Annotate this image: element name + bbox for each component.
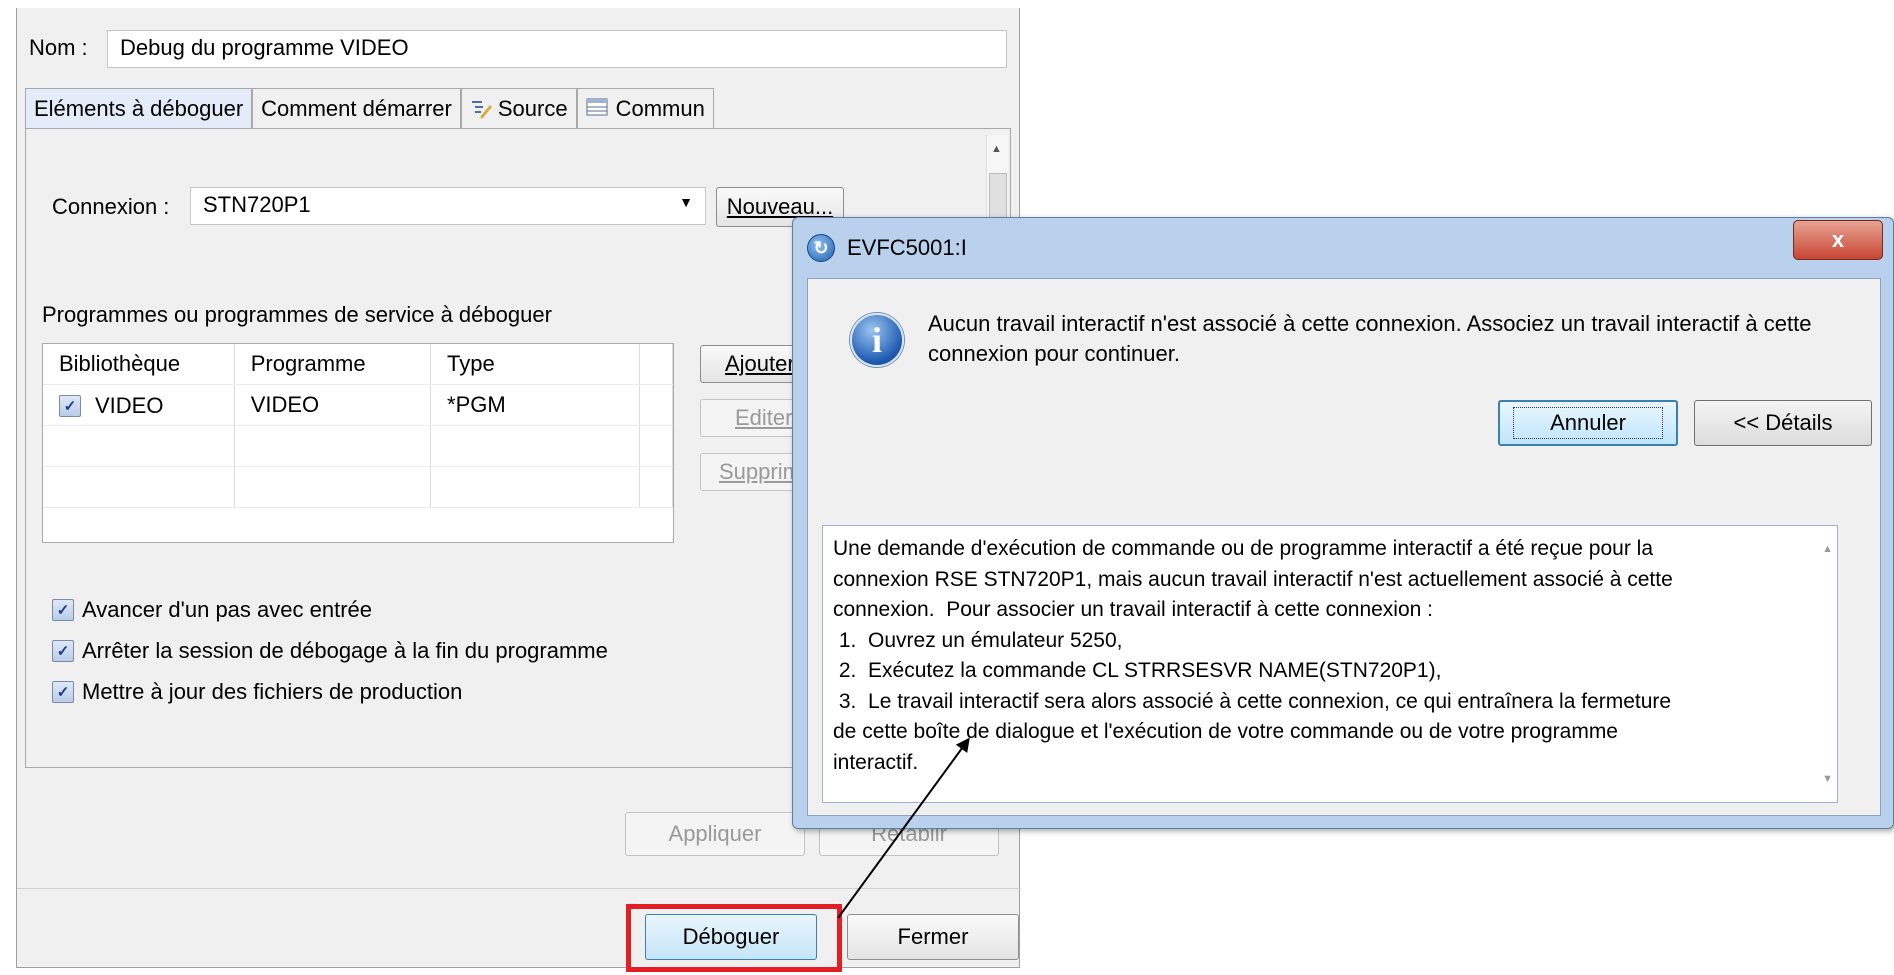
annotation-arrow — [837, 737, 970, 919]
